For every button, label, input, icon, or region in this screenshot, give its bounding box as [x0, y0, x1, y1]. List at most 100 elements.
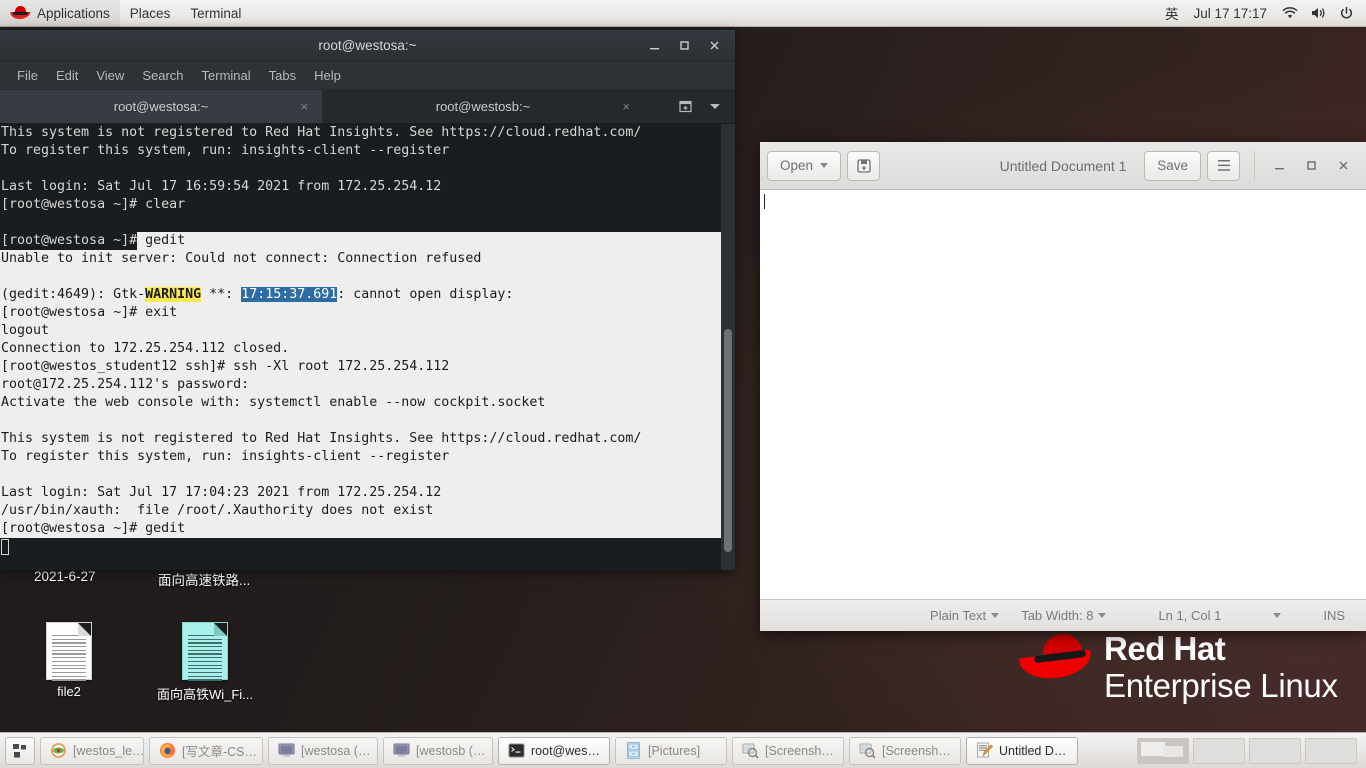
taskbar: [westos_le… [写文章-CS… [westosa (… [westos…	[0, 732, 1366, 768]
terminal-screen: This system is not registered to Red Hat…	[0, 124, 722, 570]
gedit-text-area[interactable]	[760, 190, 1366, 599]
chevron-down-icon	[991, 613, 1000, 618]
save-button[interactable]: Save	[1144, 150, 1201, 181]
desktop-icon-label: file2	[57, 684, 81, 699]
terminal-line: root@172.25.254.112's password:	[0, 376, 721, 394]
terminal-line: [root@westosa ~]# clear	[1, 197, 186, 212]
firefox-icon	[158, 742, 176, 760]
terminal-menubar: File Edit View Search Terminal Tabs Help	[0, 62, 735, 90]
desktop-icon-file2[interactable]: file2	[14, 622, 124, 699]
terminal-line	[0, 466, 721, 484]
show-desktop-button[interactable]	[5, 736, 35, 765]
hamburger-menu-icon-button[interactable]	[1207, 150, 1240, 181]
task-button-label: [Pictures]	[648, 743, 701, 758]
applications-menu[interactable]: Applications	[0, 0, 120, 27]
terminal-maximize-button[interactable]	[669, 33, 699, 59]
terminal-window[interactable]: root@westosa:~ File Edit View Search Ter…	[0, 30, 735, 570]
terminal-scrollbar[interactable]	[721, 124, 735, 570]
task-button-westosb-vm[interactable]: [westosb (…	[383, 736, 493, 765]
terminal-tab-westosb[interactable]: root@westosb:~ ×	[322, 90, 644, 123]
workspace-3[interactable]	[1249, 737, 1301, 764]
terminal-cursor	[1, 539, 9, 555]
gedit-icon	[975, 742, 993, 760]
tab-width-selector[interactable]: Tab Width: 8	[1010, 608, 1117, 623]
terminal-tab-westosa[interactable]: root@westosa:~ ×	[0, 90, 322, 123]
task-button-westosa-vm[interactable]: [westosa (…	[268, 736, 378, 765]
workspace-1[interactable]	[1137, 737, 1189, 764]
menu-search[interactable]: Search	[133, 65, 192, 86]
menu-tabs[interactable]: Tabs	[260, 65, 305, 86]
chevron-down-icon	[820, 163, 829, 168]
terminal-tab-label: root@westosa:~	[113, 99, 209, 114]
menu-file[interactable]: File	[8, 65, 47, 86]
document-icon	[182, 622, 228, 681]
terminal-menu[interactable]: Terminal	[180, 0, 251, 27]
terminal-output-area[interactable]: This system is not registered to Red Hat…	[0, 124, 735, 570]
menu-edit[interactable]: Edit	[47, 65, 87, 86]
terminal-line: Last login: Sat Jul 17 17:04:23 2021 fro…	[0, 484, 721, 502]
task-button-pictures[interactable]: [Pictures]	[615, 736, 727, 765]
task-button-terminal[interactable]: root@wes…	[498, 736, 610, 765]
task-button-gedit[interactable]: Untitled D…	[966, 736, 1078, 765]
open-button-label: Open	[780, 158, 814, 173]
gedit-minimize-button[interactable]	[1263, 151, 1295, 181]
places-menu[interactable]: Places	[120, 0, 181, 27]
terminal-minimize-button[interactable]	[639, 33, 669, 59]
gedit-close-button[interactable]	[1327, 151, 1359, 181]
file-cabinet-icon	[624, 742, 642, 760]
terminal-line: [root@westos_student12 ssh]# ssh -Xl roo…	[0, 358, 721, 376]
terminal-selection: gedit	[137, 232, 722, 250]
workspace-4[interactable]	[1305, 737, 1357, 764]
chevron-down-icon	[1098, 613, 1107, 618]
chevron-down-icon[interactable]	[701, 90, 729, 124]
clock[interactable]: Jul 17 17:17	[1184, 6, 1276, 21]
menu-terminal[interactable]: Terminal	[193, 65, 260, 86]
terminal-timestamp-highlight: 17:15:37.691	[241, 287, 338, 302]
menu-help[interactable]: Help	[305, 65, 350, 86]
terminal-line: To register this system, run: insights-c…	[0, 448, 721, 466]
new-tab-icon[interactable]	[671, 90, 699, 124]
terminal-line: To register this system, run: insights-c…	[1, 143, 450, 158]
watermark-line2: Enterprise Linux	[1104, 667, 1338, 704]
terminal-line	[0, 412, 721, 430]
screenshot-icon	[858, 742, 876, 760]
position-dropdown[interactable]	[1262, 613, 1292, 618]
workspace-2[interactable]	[1193, 737, 1245, 764]
terminal-tab-label: root@westosb:~	[435, 99, 531, 114]
virt-machine-icon	[277, 742, 295, 760]
task-button-screenshot-2[interactable]: [Screensh…	[849, 736, 961, 765]
workspace-pager	[1137, 737, 1361, 764]
terminal-line: This system is not registered to Red Hat…	[0, 430, 721, 448]
document-icon	[46, 622, 92, 681]
terminal-warning-highlight: WARNING	[145, 287, 202, 302]
terminal-scrollbar-thumb[interactable]	[724, 329, 732, 552]
tab-close-icon[interactable]: ×	[622, 99, 630, 114]
task-button-westos-le[interactable]: [westos_le…	[40, 736, 144, 765]
menu-view[interactable]: View	[87, 65, 133, 86]
open-button[interactable]: Open	[767, 150, 842, 181]
gedit-maximize-button[interactable]	[1295, 151, 1327, 181]
input-method-indicator[interactable]: 英	[1159, 3, 1185, 23]
terminal-line: [root@westosa ~]# gedit	[0, 520, 721, 538]
text-caret	[764, 194, 765, 209]
desktop-icon-document-cn[interactable]: 面向高铁Wi_Fi...	[150, 622, 260, 703]
task-button-firefox[interactable]: [写文章-CS…	[149, 736, 263, 765]
screenshot-icon	[741, 742, 759, 760]
task-button-screenshot-1[interactable]: [Screensh…	[732, 736, 844, 765]
top-panel: Applications Places Terminal 英 Jul 17 17…	[0, 0, 1366, 27]
terminal-line: [root@westosa ~]# exit	[0, 304, 721, 322]
terminal-titlebar[interactable]: root@westosa:~	[0, 30, 735, 62]
places-menu-label: Places	[129, 5, 171, 21]
power-icon[interactable]	[1332, 0, 1360, 27]
gedit-statusbar: Plain Text Tab Width: 8 Ln 1, Col 1 INS	[760, 599, 1366, 631]
wifi-icon[interactable]	[1276, 0, 1304, 27]
gedit-window[interactable]: Open Untitled Document 1 Save Plain Text…	[760, 142, 1366, 631]
language-selector[interactable]: Plain Text	[919, 608, 1010, 623]
terminal-close-button[interactable]	[699, 33, 729, 59]
save-as-icon-button[interactable]	[847, 150, 881, 181]
tab-close-icon[interactable]: ×	[300, 99, 308, 114]
gedit-headerbar: Open Untitled Document 1 Save	[760, 142, 1366, 190]
volume-icon[interactable]	[1304, 0, 1332, 27]
